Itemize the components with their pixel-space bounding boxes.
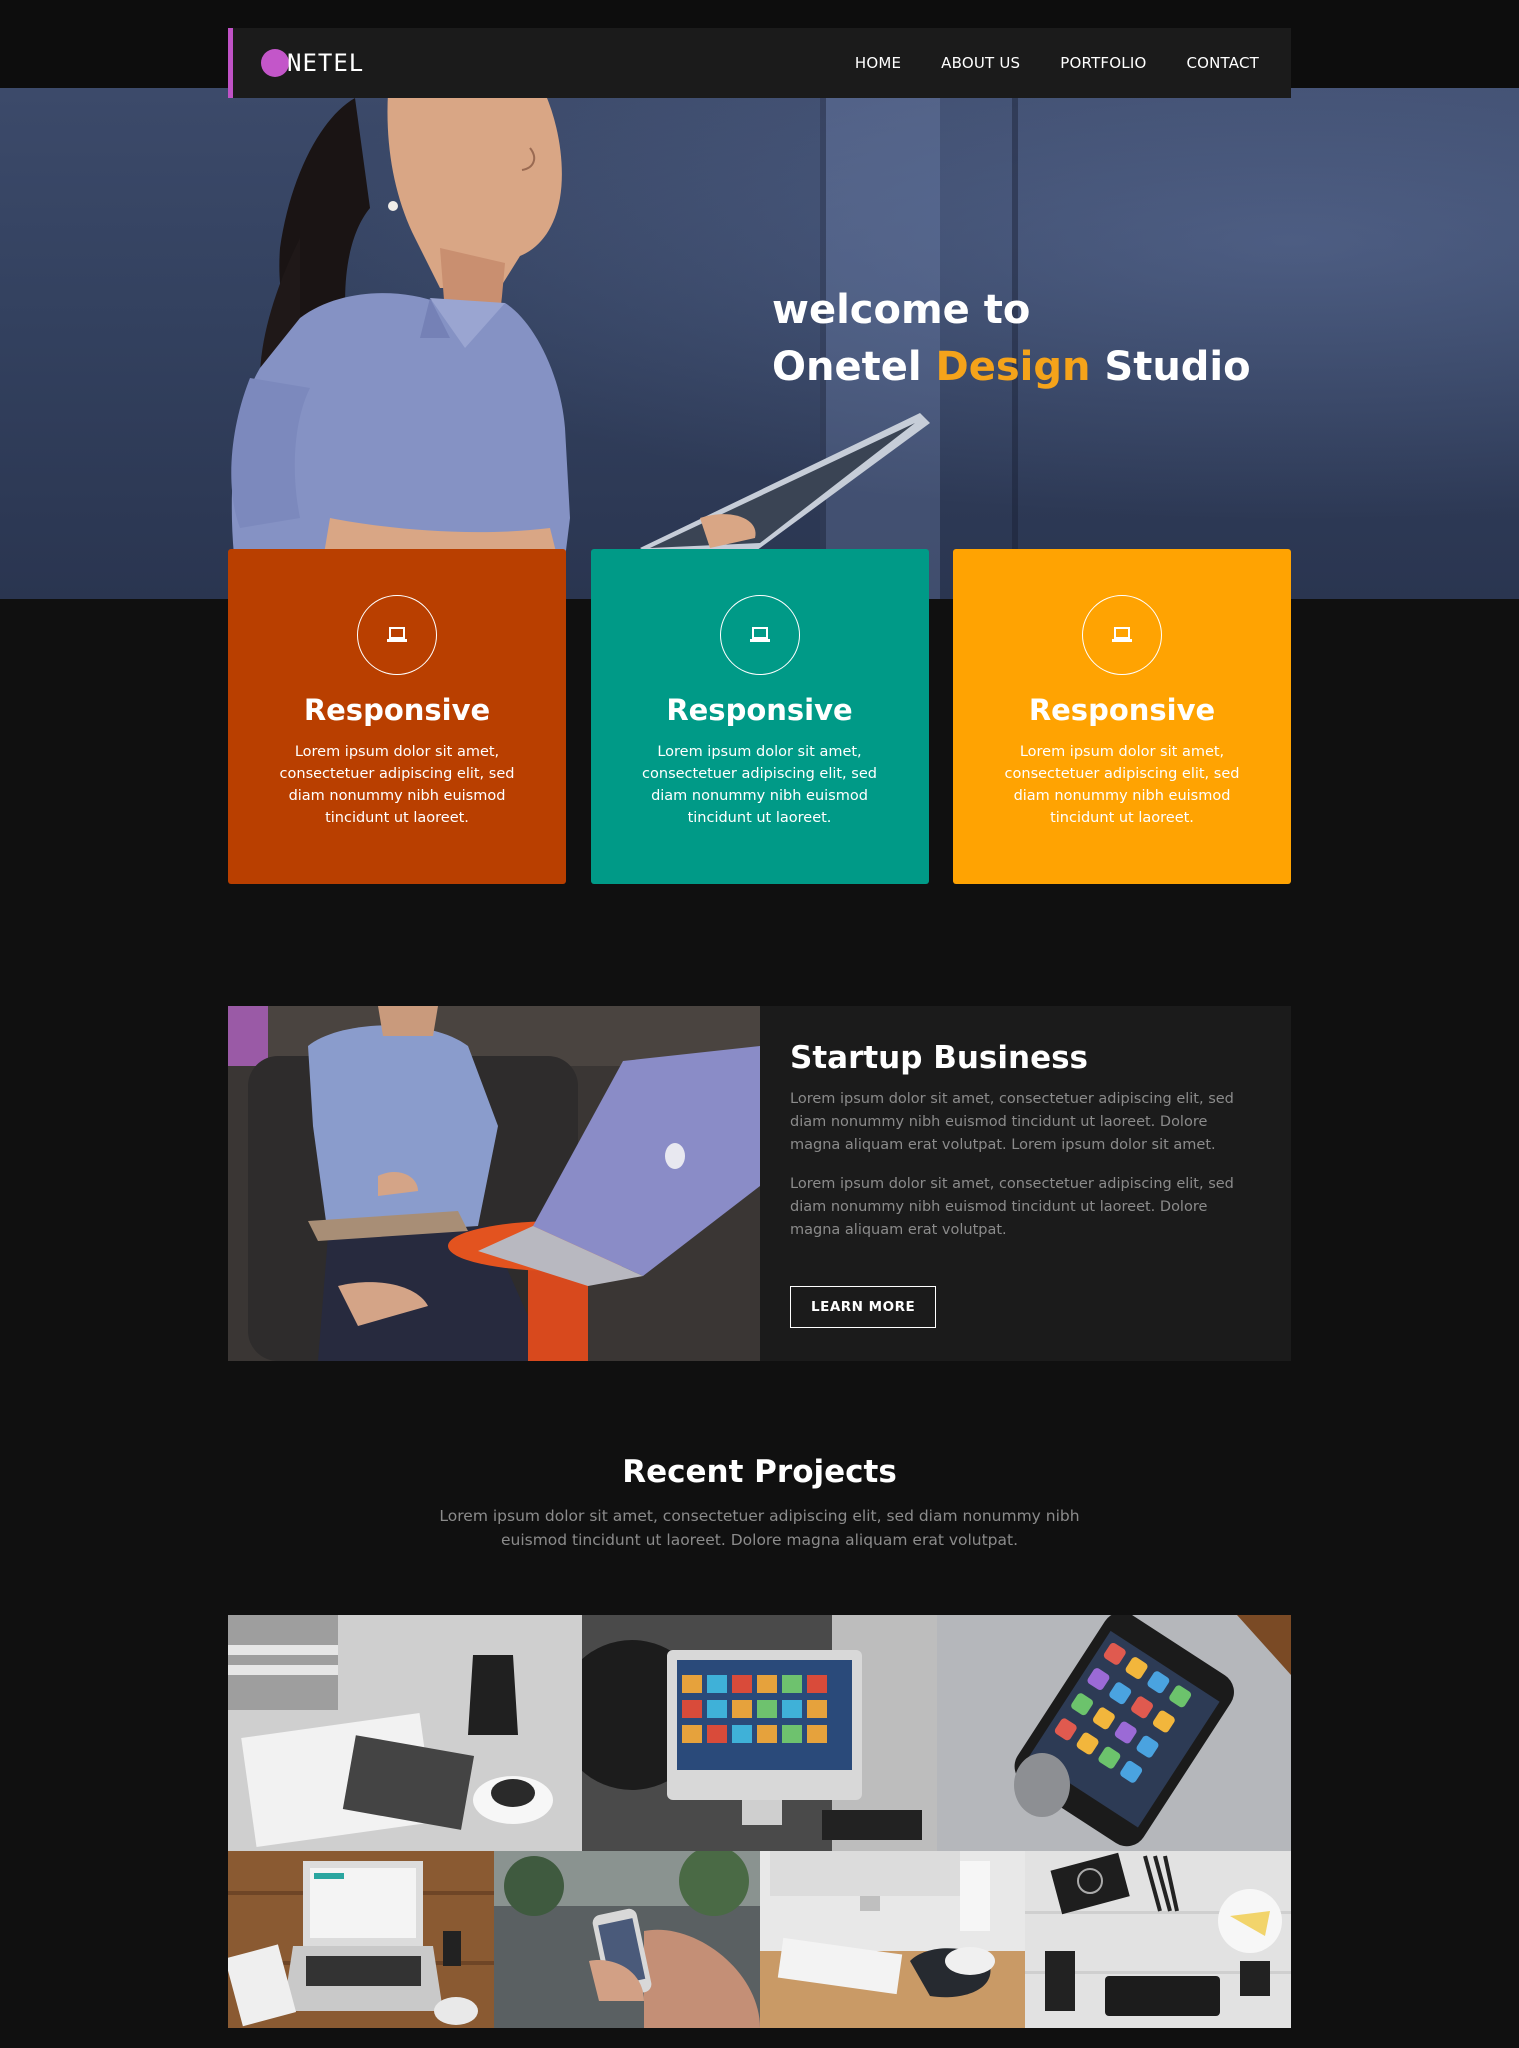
feature-card: Responsive Lorem ipsum dolor sit amet, c… [590,549,929,884]
feature-cards: Responsive Lorem ipsum dolor sit amet, c… [228,549,1291,884]
feature-card-text: Lorem ipsum dolor sit amet, consectetuer… [1004,744,1240,826]
hero-section [0,88,1519,599]
nav-item-portfolio[interactable]: PORTFOLIO [1060,54,1146,72]
feature-card-title: Responsive [303,693,491,727]
hero-heading-suffix: Studio [1090,344,1251,390]
feature-card-title: Responsive [1028,693,1216,727]
project-thumbnail[interactable] [760,1851,1025,2028]
project-thumbnail[interactable] [937,1615,1291,1851]
nav-menu: HOME ABOUT US PORTFOLIO CONTACT [815,54,1259,72]
nav-item-contact[interactable]: CONTACT [1186,54,1259,72]
project-thumbnail[interactable] [582,1615,937,1851]
navbar: NETEL HOME ABOUT US PORTFOLIO CONTACT [228,28,1291,98]
feature-card-text: Lorem ipsum dolor sit amet, consectetuer… [642,744,877,826]
logo-dot-icon [261,49,289,77]
project-thumbnail[interactable] [1025,1851,1291,2028]
laptop-icon [357,595,437,675]
logo-text: NETEL [287,49,365,77]
startup-paragraph: Lorem ipsum dolor sit amet, consectetuer… [790,1176,1234,1238]
feature-card: Responsive Lorem ipsum dolor sit amet, c… [228,549,566,884]
hero-heading-line1: welcome to [772,287,1031,333]
hero-heading: welcome to Onetel Design Studio [772,282,1251,396]
startup-photo [228,1006,760,1361]
feature-card: Responsive Lorem ipsum dolor sit amet, c… [953,549,1291,884]
learn-more-button[interactable]: LEARN MORE [790,1286,937,1328]
project-gallery [228,1615,1291,2028]
nav-item-about-us[interactable]: ABOUT US [941,54,1020,72]
laptop-icon [1082,595,1162,675]
hero-woman-photo [231,93,930,599]
project-thumbnail[interactable] [228,1851,494,2028]
project-thumbnail[interactable] [494,1851,760,2028]
startup-section: Startup Business Lorem ipsum dolor sit a… [228,1006,1291,1361]
feature-card-title: Responsive [666,693,853,727]
nav-item-home[interactable]: HOME [855,54,901,72]
startup-paragraph: Lorem ipsum dolor sit amet, consectetuer… [790,1091,1234,1153]
hero-heading-brand: Onetel [772,344,936,390]
logo[interactable]: NETEL [261,49,364,77]
feature-card-text: Lorem ipsum dolor sit amet, consectetuer… [279,744,515,826]
project-thumbnail[interactable] [228,1615,582,1851]
hero-heading-accent: Design [935,344,1091,390]
startup-info: Startup Business Lorem ipsum dolor sit a… [760,1006,1291,1361]
recent-projects-subtitle: Lorem ipsum dolor sit amet, consectetuer… [439,1507,1080,1549]
recent-projects-title: Recent Projects [622,1454,897,1490]
hero-heading-line2: Onetel Design Studio [772,339,1251,396]
startup-title: Startup Business [790,1040,1088,1076]
laptop-icon [719,595,800,675]
